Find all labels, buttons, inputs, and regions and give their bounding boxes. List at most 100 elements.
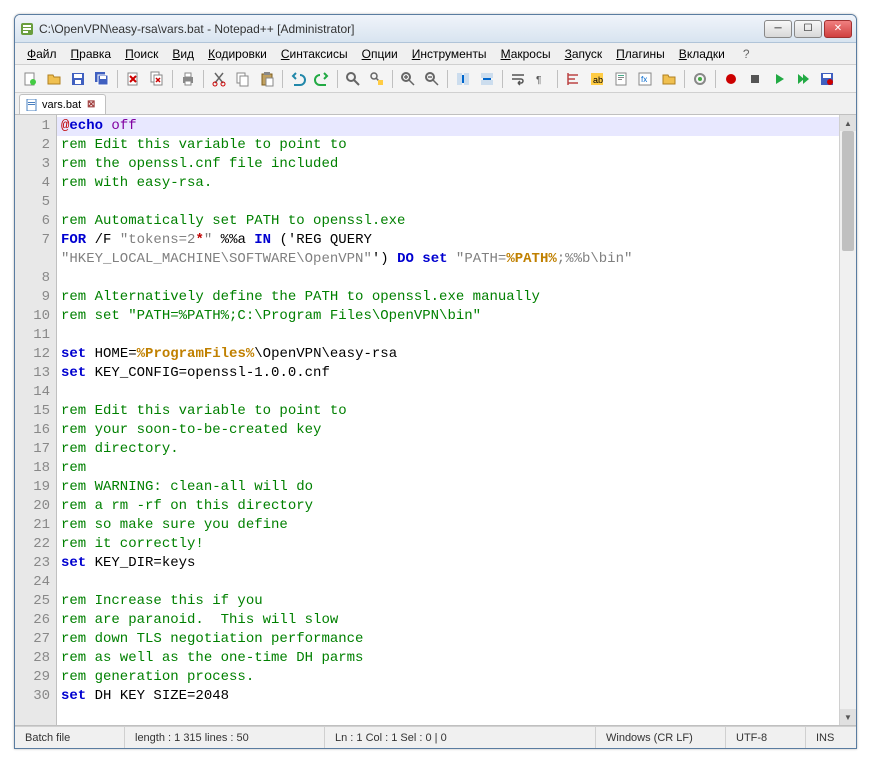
titlebar[interactable]: C:\OpenVPN\easy-rsa\vars.bat - Notepad++… — [15, 15, 856, 43]
code-line[interactable]: set KEY_DIR=keys — [61, 555, 195, 571]
copy-button[interactable] — [232, 68, 254, 90]
sync-h-button[interactable] — [476, 68, 498, 90]
redo-button[interactable] — [311, 68, 333, 90]
menu-инструменты[interactable]: Инструменты — [406, 45, 493, 63]
paste-button[interactable] — [256, 68, 278, 90]
indent-guide-button[interactable] — [562, 68, 584, 90]
undo-button[interactable] — [287, 68, 309, 90]
stop-button[interactable] — [744, 68, 766, 90]
save-macro-button[interactable] — [816, 68, 838, 90]
code-line[interactable]: set HOME=%ProgramFiles%\OpenVPN\easy-rsa — [61, 346, 397, 362]
menu-правка[interactable]: Правка — [65, 45, 118, 63]
replace-button[interactable] — [366, 68, 388, 90]
tab-label: vars.bat — [42, 99, 81, 111]
tab-close-icon[interactable]: ⊠ — [85, 99, 97, 111]
menu-поиск[interactable]: Поиск — [119, 45, 164, 63]
close-button[interactable] — [122, 68, 144, 90]
code-line[interactable]: rem Automatically set PATH to openssl.ex… — [61, 213, 405, 229]
line-number: 7 — [17, 231, 50, 250]
code-line[interactable]: rem a rm -rf on this directory — [61, 498, 313, 514]
zoom-out-button[interactable] — [421, 68, 443, 90]
code-line[interactable]: @echo off — [57, 117, 839, 136]
save-all-button[interactable] — [91, 68, 113, 90]
toolbar-separator — [557, 70, 558, 88]
menu-файл[interactable]: Файл — [21, 45, 63, 63]
open-file-button[interactable] — [43, 68, 65, 90]
sync-v-button[interactable] — [452, 68, 474, 90]
code-line[interactable]: rem Edit this variable to point to — [61, 403, 347, 419]
code-line[interactable]: rem set "PATH=%PATH%;C:\Program Files\Op… — [61, 308, 481, 324]
code-line[interactable]: rem WARNING: clean-all will do — [61, 479, 313, 495]
status-ins[interactable]: INS — [806, 727, 856, 748]
menu-help[interactable]: ? — [737, 45, 756, 63]
folder-button[interactable] — [658, 68, 680, 90]
statusbar: Batch file length : 1 315 lines : 50 Ln … — [15, 726, 856, 748]
code-line[interactable]: rem the openssl.cnf file included — [61, 156, 338, 172]
toolbar: ¶ ab fx — [15, 65, 856, 93]
doc-map-button[interactable] — [610, 68, 632, 90]
code-line[interactable]: rem are paranoid. This will slow — [61, 612, 338, 628]
code-line[interactable]: rem so make sure you define — [61, 517, 288, 533]
cut-button[interactable] — [208, 68, 230, 90]
minimize-button[interactable]: ─ — [764, 20, 792, 38]
menu-макросы[interactable]: Макросы — [495, 45, 557, 63]
tab-vars-bat[interactable]: vars.bat ⊠ — [19, 94, 106, 114]
svg-text:fx: fx — [641, 75, 647, 84]
code-line[interactable]: FOR /F "tokens=2*" %%a IN ('REG QUERY "H… — [61, 232, 632, 267]
monitor-button[interactable] — [689, 68, 711, 90]
lang-button[interactable]: ab — [586, 68, 608, 90]
code-line[interactable]: rem generation process. — [61, 669, 254, 685]
line-number: 17 — [17, 440, 50, 459]
func-list-button[interactable]: fx — [634, 68, 656, 90]
code-area[interactable]: @echo off rem Edit this variable to poin… — [57, 115, 839, 725]
status-encoding[interactable]: UTF-8 — [726, 727, 806, 748]
menu-опции[interactable]: Опции — [356, 45, 404, 63]
scroll-up-icon[interactable]: ▲ — [840, 115, 856, 131]
show-all-button[interactable]: ¶ — [531, 68, 553, 90]
maximize-button[interactable]: ☐ — [794, 20, 822, 38]
line-number: 25 — [17, 592, 50, 611]
menu-кодировки[interactable]: Кодировки — [202, 45, 273, 63]
play-button[interactable] — [768, 68, 790, 90]
print-button[interactable] — [177, 68, 199, 90]
play-multi-button[interactable] — [792, 68, 814, 90]
close-button[interactable]: ✕ — [824, 20, 852, 38]
record-button[interactable] — [720, 68, 742, 90]
menu-запуск[interactable]: Запуск — [559, 45, 609, 63]
code-line[interactable]: rem Increase this if you — [61, 593, 263, 609]
code-line[interactable]: rem Edit this variable to point to — [61, 137, 347, 153]
code-line[interactable]: rem your soon-to-be-created key — [61, 422, 321, 438]
code-line[interactable]: rem Alternatively define the PATH to ope… — [61, 289, 540, 305]
find-button[interactable] — [342, 68, 364, 90]
code-line[interactable]: set DH KEY SIZE=2048 — [61, 688, 229, 704]
code-line[interactable]: rem it correctly! — [61, 536, 204, 552]
menu-вид[interactable]: Вид — [166, 45, 200, 63]
menu-синтаксисы[interactable]: Синтаксисы — [275, 45, 354, 63]
code-line[interactable]: rem with easy-rsa. — [61, 175, 212, 191]
menu-плагины[interactable]: Плагины — [610, 45, 671, 63]
line-number: 22 — [17, 535, 50, 554]
menu-вкладки[interactable]: Вкладки — [673, 45, 731, 63]
code-line[interactable]: set KEY_CONFIG=openssl-1.0.0.cnf — [61, 365, 330, 381]
scroll-thumb[interactable] — [842, 131, 854, 251]
line-number: 30 — [17, 687, 50, 706]
code-line[interactable]: rem as well as the one-time DH parms — [61, 650, 363, 666]
scroll-down-icon[interactable]: ▼ — [840, 709, 856, 725]
vertical-scrollbar[interactable]: ▲ ▼ — [839, 115, 856, 725]
svg-text:ab: ab — [593, 75, 603, 85]
new-file-button[interactable] — [19, 68, 41, 90]
toolbar-separator — [447, 70, 448, 88]
line-number: 9 — [17, 288, 50, 307]
line-number: 19 — [17, 478, 50, 497]
status-eol[interactable]: Windows (CR LF) — [596, 727, 726, 748]
code-line[interactable]: rem directory. — [61, 441, 179, 457]
code-line[interactable]: rem down TLS negotiation performance — [61, 631, 363, 647]
close-all-button[interactable] — [146, 68, 168, 90]
toolbar-separator — [502, 70, 503, 88]
zoom-in-button[interactable] — [397, 68, 419, 90]
save-button[interactable] — [67, 68, 89, 90]
line-number: 26 — [17, 611, 50, 630]
code-line[interactable]: rem — [61, 460, 86, 476]
word-wrap-button[interactable] — [507, 68, 529, 90]
line-number: 10 — [17, 307, 50, 326]
